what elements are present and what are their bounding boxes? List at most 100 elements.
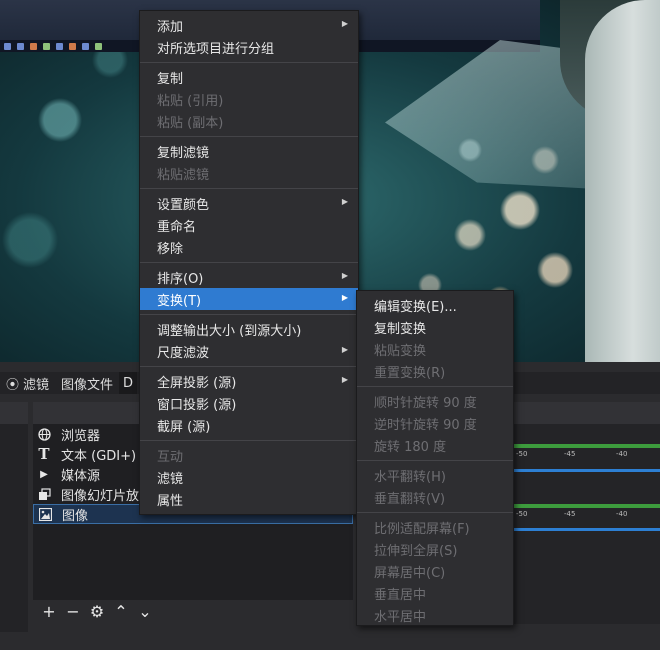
tab-filters[interactable]: ⦿ 滤镜 (0, 372, 55, 394)
gear-icon[interactable]: ⚙ (89, 604, 105, 620)
menu-separator (140, 366, 358, 367)
menu-item-label: 复制 (157, 71, 184, 87)
menu-item[interactable]: 垂直居中 (357, 582, 513, 604)
menu-item[interactable]: 滤镜 (140, 466, 358, 488)
move-down-button[interactable]: ⌄ (137, 604, 153, 620)
menu-item-label: 拉伸到全屏(S) (374, 543, 458, 559)
source-label: 图像幻灯片放 (61, 488, 140, 504)
menu-item-label: 对所选项目进行分组 (157, 41, 275, 57)
source-label: 浏览器 (61, 428, 101, 444)
submenu-arrow-icon: ▶ (341, 375, 348, 384)
menu-item[interactable]: 粘贴 (副本) (140, 110, 358, 132)
menu-item[interactable]: 排序(O) ▶ (140, 266, 358, 288)
submenu-arrow-icon: ▶ (341, 345, 348, 354)
menu-separator (357, 386, 513, 387)
source-label: 文本 (GDI+) (61, 448, 137, 464)
submenu-arrow-icon: ▶ (341, 197, 348, 206)
tab-d[interactable]: D (119, 372, 138, 394)
menu-separator (140, 314, 358, 315)
menu-item[interactable]: 尺度滤波 ▶ (140, 340, 358, 362)
menu-item[interactable]: 逆时针旋转 90 度 (357, 412, 513, 434)
menu-item[interactable]: 全屏投影 (源) ▶ (140, 370, 358, 392)
menu-separator (140, 188, 358, 189)
menu-item-label: 尺度滤波 (157, 345, 210, 361)
menu-item-label: 垂直翻转(V) (374, 491, 446, 507)
menu-item-label: 逆时针旋转 90 度 (374, 417, 477, 433)
menu-item[interactable]: 变换(T) ▶ (140, 288, 358, 310)
submenu-arrow-icon: ▶ (341, 19, 348, 28)
menu-item-label: 顺时针旋转 90 度 (374, 395, 477, 411)
menu-item[interactable]: 水平翻转(H) (357, 464, 513, 486)
menu-item[interactable]: 垂直翻转(V) (357, 486, 513, 508)
menu-item[interactable]: 添加 ▶ (140, 14, 358, 36)
meter-scale: -50 -45 -40 (516, 450, 628, 458)
menu-item-label: 粘贴 (副本) (157, 115, 224, 131)
move-up-button[interactable]: ⌃ (113, 604, 129, 620)
menu-item[interactable]: 重命名 (140, 214, 358, 236)
transform-submenu: 编辑变换(E)... 复制变换 粘贴变换重置变换(R) 顺时针旋转 90 度逆时针旋转… (356, 290, 514, 626)
menu-item[interactable]: 编辑变换(E)... (357, 294, 513, 316)
menu-item[interactable]: 调整输出大小 (到源大小) (140, 318, 358, 340)
menu-item-label: 重命名 (157, 219, 197, 235)
audio-mixer: -50 -45 -40 -50 -45 -40 (512, 424, 660, 624)
menu-item[interactable]: 移除 (140, 236, 358, 258)
context-menu: 添加 ▶ 对所选项目进行分组 复制 粘贴 (引用) 粘贴 (副本) 复制滤镜粘贴滤镜设置颜色… (139, 10, 359, 515)
menu-item-label: 滤镜 (157, 471, 184, 487)
menu-item[interactable]: 设置颜色 ▶ (140, 192, 358, 214)
meter-scale: -50 -45 -40 (516, 510, 628, 518)
menu-item[interactable]: 旋转 180 度 (357, 434, 513, 456)
menu-item-label: 变换(T) (157, 293, 202, 309)
tab-image-file[interactable]: 图像文件 (55, 372, 119, 394)
source-label: 媒体源 (61, 468, 101, 484)
filter-icon: ⦿ (6, 377, 20, 393)
mixer-header (512, 402, 660, 424)
menu-item[interactable]: 屏幕居中(C) (357, 560, 513, 582)
menu-item-label: 添加 (157, 19, 184, 35)
menu-separator (140, 136, 358, 137)
menu-item-label: 重置变换(R) (374, 365, 446, 381)
menu-item-label: 旋转 180 度 (374, 439, 447, 455)
menu-item[interactable]: 对所选项目进行分组 (140, 36, 358, 58)
menu-item-label: 复制滤镜 (157, 145, 210, 161)
menu-item-label: 移除 (157, 241, 184, 257)
volume-meter-bar (512, 444, 660, 448)
add-source-button[interactable]: + (41, 604, 57, 620)
menu-item[interactable]: 水平居中 (357, 604, 513, 626)
tab-label: D (123, 375, 134, 391)
menu-item[interactable]: 顺时针旋转 90 度 (357, 390, 513, 412)
tab-label: 图像文件 (61, 377, 114, 393)
menu-item[interactable]: 复制 (140, 66, 358, 88)
volume-meter-bar (512, 504, 660, 508)
volume-slider[interactable] (512, 469, 660, 472)
menu-separator (140, 440, 358, 441)
sources-toolbar: + − ⚙ ⌃ ⌄ (33, 600, 353, 624)
menu-item-label: 排序(O) (157, 271, 204, 287)
menu-item[interactable]: 截屏 (源) (140, 414, 358, 436)
menu-item[interactable]: 重置变换(R) (357, 360, 513, 382)
menu-item-label: 屏幕居中(C) (374, 565, 446, 581)
remove-source-button[interactable]: − (65, 604, 81, 620)
menu-item-label: 水平居中 (374, 609, 427, 625)
scenes-list[interactable] (0, 424, 28, 650)
menu-item[interactable]: 复制滤镜 (140, 140, 358, 162)
image-icon (38, 507, 52, 521)
menu-item-label: 截屏 (源) (157, 419, 211, 435)
menu-item-label: 调整输出大小 (到源大小) (157, 323, 302, 339)
menu-item[interactable]: 比例适配屏幕(F) (357, 516, 513, 538)
menu-item[interactable]: 复制变换 (357, 316, 513, 338)
menu-item[interactable]: 拉伸到全屏(S) (357, 538, 513, 560)
menu-item-label: 粘贴滤镜 (157, 167, 210, 183)
menu-item-label: 互动 (157, 449, 184, 465)
menu-item[interactable]: 窗口投影 (源) (140, 392, 358, 414)
preview-figure (585, 0, 660, 362)
menu-item[interactable]: 粘贴滤镜 (140, 162, 358, 184)
menu-item[interactable]: 属性 (140, 488, 358, 510)
submenu-arrow-icon: ▶ (341, 293, 348, 302)
menu-item[interactable]: 粘贴 (引用) (140, 88, 358, 110)
menu-item[interactable]: 粘贴变换 (357, 338, 513, 360)
volume-slider[interactable] (512, 528, 660, 531)
submenu-arrow-icon: ▶ (341, 271, 348, 280)
menu-item[interactable]: 互动 (140, 444, 358, 466)
status-strip (0, 632, 660, 650)
menu-item-label: 水平翻转(H) (374, 469, 446, 485)
